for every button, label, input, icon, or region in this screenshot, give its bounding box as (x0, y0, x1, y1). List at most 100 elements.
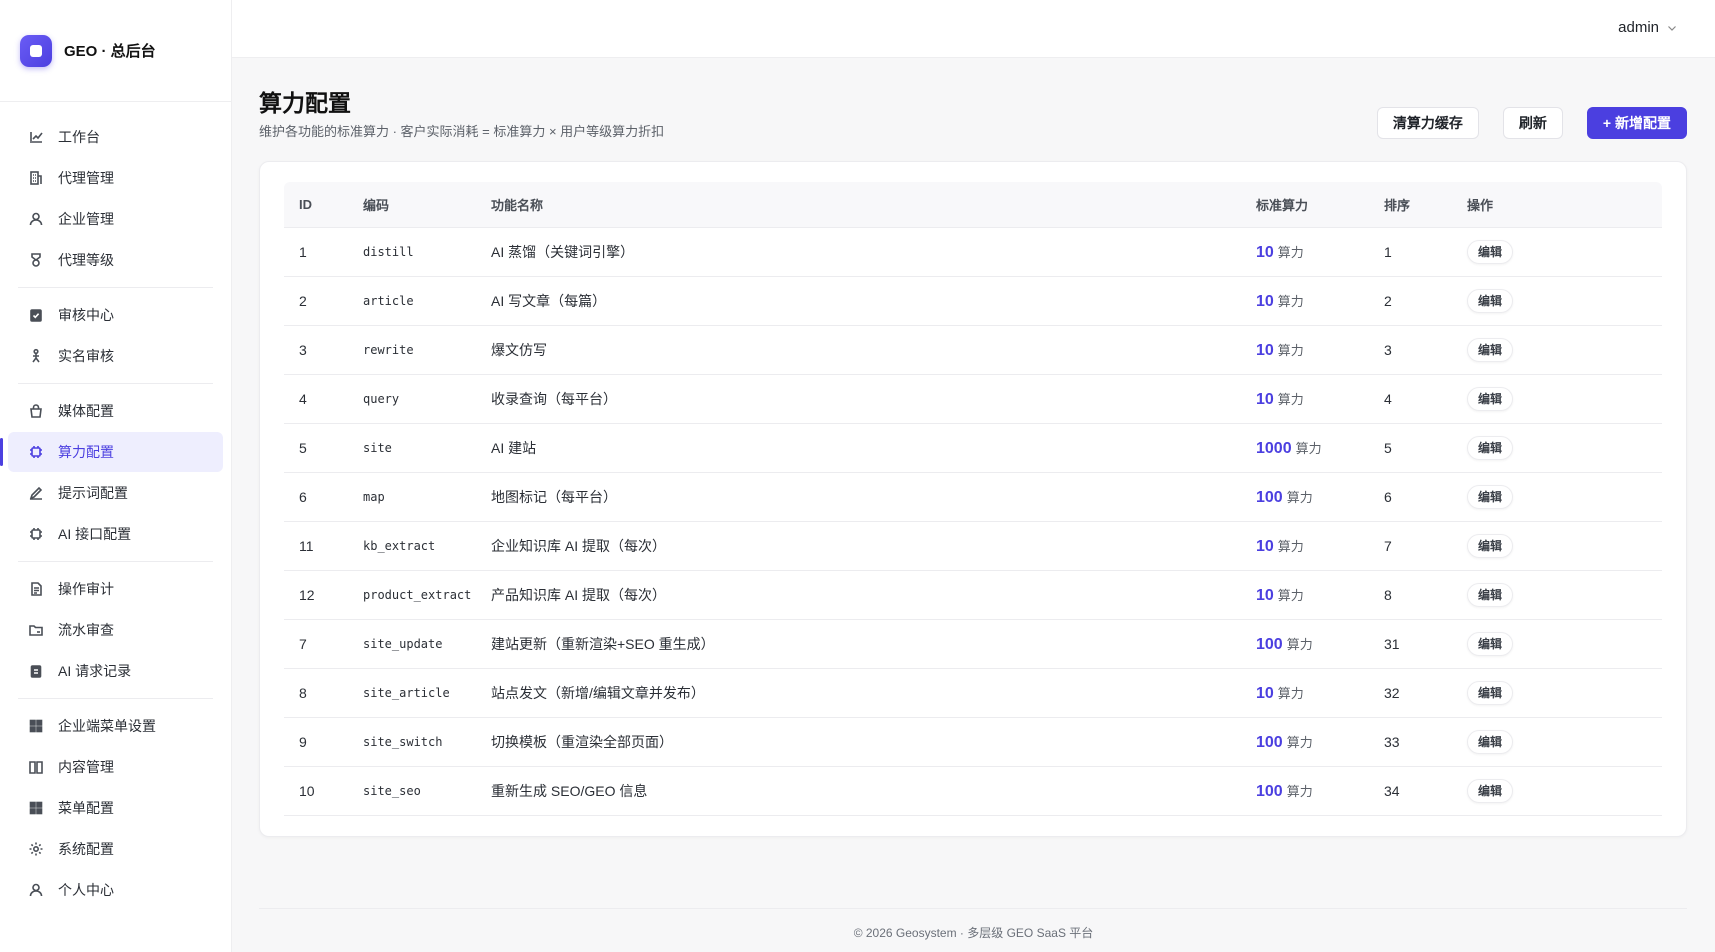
power-value: 10 (1256, 341, 1274, 359)
power-unit: 算力 (1286, 489, 1313, 505)
edit-button[interactable]: 编辑 (1467, 435, 1514, 460)
sidebar-item[interactable]: 提示词配置 (8, 473, 223, 513)
cell-code: site_switch (348, 717, 476, 767)
sidebar-item[interactable]: 企业管理 (8, 199, 223, 239)
power-value: 100 (1256, 488, 1283, 506)
sidebar-item-label: 操作审计 (58, 581, 114, 597)
cell-id: 10 (284, 766, 348, 816)
edit-button[interactable]: 编辑 (1467, 582, 1514, 607)
cell-name: 企业知识库 AI 提取（每次） (476, 521, 1241, 571)
table-row: 4 query 收录查询（每平台） 10 算力 4 编辑 (284, 374, 1662, 424)
col-name-header: 功能名称 (476, 182, 1241, 228)
sidebar-item-label: AI 接口配置 (58, 526, 132, 542)
sidebar-item[interactable]: 工作台 (8, 117, 223, 157)
user-menu[interactable]: admin (1618, 19, 1677, 36)
sidebar-item[interactable]: 算力配置 (0, 432, 223, 472)
edit-button[interactable]: 编辑 (1467, 729, 1514, 754)
sidebar-item[interactable]: 流水审查 (8, 610, 223, 650)
cell-code: product_extract (348, 570, 476, 620)
cell-code: site_seo (348, 766, 476, 816)
edit-button[interactable]: 编辑 (1467, 778, 1514, 803)
sidebar-item[interactable]: 系统配置 (8, 829, 223, 869)
edit-button[interactable]: 编辑 (1467, 288, 1514, 313)
cell-power: 10 算力 (1241, 374, 1369, 424)
power-unit: 算力 (1277, 538, 1304, 554)
cell-actions: 编辑 (1452, 423, 1662, 473)
table-row: 11 kb_extract 企业知识库 AI 提取（每次） 10 算力 7 编辑 (284, 521, 1662, 571)
cell-actions: 编辑 (1452, 668, 1662, 718)
edit-button[interactable]: 编辑 (1467, 680, 1514, 705)
sidebar-item[interactable]: 媒体配置 (8, 391, 223, 431)
cell-name: AI 写文章（每篇） (476, 276, 1241, 326)
table-row: 1 distill AI 蒸馏（关键词引擎） 10 算力 1 编辑 (284, 227, 1662, 277)
sidebar-item[interactable]: 代理管理 (8, 158, 223, 198)
cell-power: 10 算力 (1241, 276, 1369, 326)
sidebar-item[interactable]: AI 接口配置 (8, 514, 223, 554)
sidebar-item[interactable]: 操作审计 (8, 569, 223, 609)
sidebar-item[interactable]: 审核中心 (8, 295, 223, 335)
footer-divider (259, 908, 1687, 909)
sidebar-item[interactable]: 菜单配置 (8, 788, 223, 828)
sidebar-item-label: 提示词配置 (58, 485, 128, 501)
cell-name: 地图标记（每平台） (476, 472, 1241, 522)
cell-power: 10 算力 (1241, 227, 1369, 277)
edit-button[interactable]: 编辑 (1467, 484, 1514, 509)
menu-group: 审核中心 实名审核 (18, 288, 213, 384)
power-unit: 算力 (1277, 391, 1304, 407)
cell-name: 收录查询（每平台） (476, 374, 1241, 424)
edit-button[interactable]: 编辑 (1467, 386, 1514, 411)
col-sort-header: 排序 (1369, 182, 1452, 228)
edit-button[interactable]: 编辑 (1467, 533, 1514, 558)
power-value: 10 (1256, 292, 1274, 310)
sidebar-item-label: 系统配置 (58, 841, 114, 857)
cell-actions: 编辑 (1452, 570, 1662, 620)
clear-cache-button[interactable]: 清算力缓存 (1376, 107, 1479, 139)
power-value: 10 (1256, 586, 1274, 604)
table-row: 5 site AI 建站 1000 算力 5 编辑 (284, 423, 1662, 473)
cell-power: 100 算力 (1241, 717, 1369, 767)
sidebar-item-label: 企业管理 (58, 211, 114, 227)
power-unit: 算力 (1277, 342, 1304, 358)
sidebar-item[interactable]: 实名审核 (8, 336, 223, 376)
sidebar-item[interactable]: 企业端菜单设置 (8, 706, 223, 746)
sidebar-menu: 工作台 代理管理 企业管理 代理等级 审核中心 实名审核 媒体配置 算力配置 提示词配置 AI 接… (0, 102, 231, 917)
cell-power: 1000 算力 (1241, 423, 1369, 473)
edit-button[interactable]: 编辑 (1467, 337, 1514, 362)
cell-sort: 8 (1369, 570, 1452, 620)
cell-name: 重新生成 SEO/GEO 信息 (476, 766, 1241, 816)
cell-name: AI 建站 (476, 423, 1241, 473)
add-config-button[interactable]: + 新增配置 (1586, 107, 1687, 139)
user-name: admin (1618, 19, 1659, 36)
edit-button[interactable]: 编辑 (1467, 631, 1514, 656)
user-icon (28, 882, 44, 898)
table-row: 6 map 地图标记（每平台） 100 算力 6 编辑 (284, 472, 1662, 522)
sidebar-item-label: 代理等级 (58, 252, 114, 268)
table-row: 9 site_switch 切换模板（重渲染全部页面） 100 算力 33 编辑 (284, 717, 1662, 767)
pen-icon (28, 485, 44, 501)
brand[interactable]: GEO · 总后台 (0, 0, 231, 102)
sidebar-item-label: 实名审核 (58, 348, 114, 364)
sidebar-item[interactable]: AI 请求记录 (8, 651, 223, 691)
cell-id: 8 (284, 668, 348, 718)
chip-icon (28, 526, 44, 542)
edit-button[interactable]: 编辑 (1467, 239, 1514, 264)
grid-icon (28, 800, 44, 816)
sidebar-item[interactable]: 代理等级 (8, 240, 223, 280)
table-row: 2 article AI 写文章（每篇） 10 算力 2 编辑 (284, 276, 1662, 326)
sidebar-item[interactable]: 个人中心 (8, 870, 223, 910)
table-row: 3 rewrite 爆文仿写 10 算力 3 编辑 (284, 325, 1662, 375)
power-unit: 算力 (1277, 685, 1304, 701)
cell-id: 4 (284, 374, 348, 424)
power-unit: 算力 (1277, 244, 1304, 260)
bag-icon (28, 403, 44, 419)
cell-actions: 编辑 (1452, 717, 1662, 767)
sidebar-item[interactable]: 内容管理 (8, 747, 223, 787)
sidebar: GEO · 总后台 工作台 代理管理 企业管理 代理等级 审核中心 实名审核 媒体配置 算力配… (0, 0, 232, 952)
refresh-button[interactable]: 刷新 (1502, 107, 1563, 139)
cell-id: 11 (284, 521, 348, 571)
cell-actions: 编辑 (1452, 472, 1662, 522)
cell-code: distill (348, 227, 476, 277)
menu-group: 媒体配置 算力配置提示词配置 AI 接口配置 (0, 384, 223, 562)
col-code-header: 编码 (348, 182, 476, 228)
cell-name: AI 蒸馏（关键词引擎） (476, 227, 1241, 277)
